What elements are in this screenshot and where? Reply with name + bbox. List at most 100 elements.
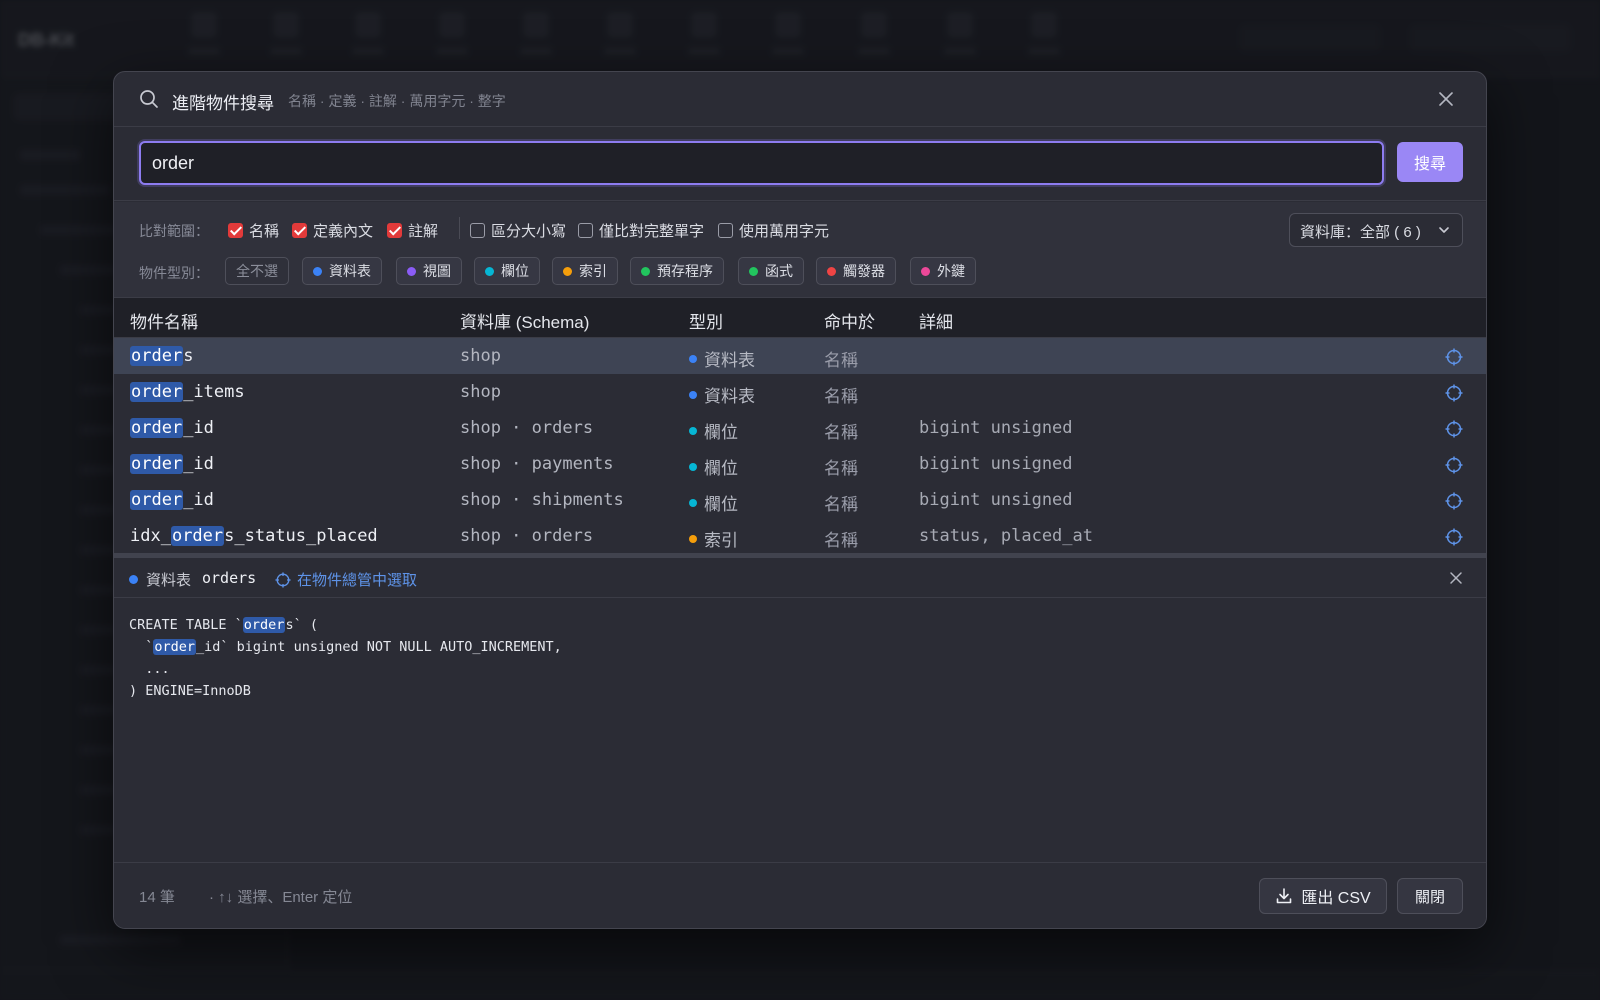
type-chip-table[interactable]: 資料表 xyxy=(302,257,382,285)
search-input[interactable] xyxy=(139,141,1384,185)
match-highlight: order xyxy=(170,526,225,546)
scope-checkbox-name[interactable]: 名稱 xyxy=(228,220,279,241)
type-color-dot xyxy=(129,575,138,584)
chip-label: 外鍵 xyxy=(937,263,965,279)
export-csv-button[interactable]: 匯出 CSV xyxy=(1259,878,1387,914)
type-chip-trigger[interactable]: 觸發器 xyxy=(816,257,896,285)
locate-icon[interactable] xyxy=(1445,492,1463,510)
type-chip-clear-all[interactable]: 全不選 xyxy=(225,257,289,285)
column-header-hit[interactable]: 命中於 xyxy=(824,308,875,333)
hit-cell: 名稱 xyxy=(824,459,858,478)
chip-label: 視圖 xyxy=(423,263,451,279)
locate-icon[interactable] xyxy=(1445,348,1463,366)
dialog-footer: 14 筆 · ↑↓ 選擇、Enter 定位 匯出 CSV 關閉 xyxy=(114,862,1486,928)
checkbox-unchecked[interactable] xyxy=(718,223,733,238)
database-select[interactable]: 資料庫：全部 ( 6 ) xyxy=(1289,213,1463,247)
results-table-header: 物件名稱 資料庫 (Schema) 型別 命中於 詳細 xyxy=(114,298,1486,338)
type-color-dot xyxy=(921,266,930,276)
hit-cell: 名稱 xyxy=(824,495,858,514)
hit-cell: 名稱 xyxy=(824,351,858,370)
column-header-type[interactable]: 型別 xyxy=(689,308,723,333)
checkbox-label: 僅比對完整單字 xyxy=(599,223,705,240)
close-icon[interactable] xyxy=(1436,89,1456,109)
object-name-cell: order_items xyxy=(130,382,245,402)
code-line: `order_id` bigint unsigned NOT NULL AUTO… xyxy=(129,639,562,655)
hit-cell: 名稱 xyxy=(824,423,858,442)
type-color-dot xyxy=(313,266,322,276)
type-cell: 欄位 xyxy=(689,418,738,443)
search-icon xyxy=(140,90,158,108)
type-chip-function[interactable]: 函式 xyxy=(738,257,804,285)
checkbox-unchecked[interactable] xyxy=(470,223,485,238)
detail-cell: bigint unsigned xyxy=(919,490,1073,510)
table-row[interactable]: order_id shop · payments 欄位 名稱 bigint un… xyxy=(114,446,1486,482)
type-color-dot xyxy=(749,266,758,276)
match-highlight: order xyxy=(130,346,184,366)
type-chip-procedure[interactable]: 預存程序 xyxy=(630,257,724,285)
locate-icon[interactable] xyxy=(1445,456,1463,474)
definition-code-block: CREATE TABLE `orders` ( `order_id` bigin… xyxy=(129,614,562,702)
checkbox-unchecked[interactable] xyxy=(578,223,593,238)
search-row: 搜尋 xyxy=(114,128,1486,201)
detail-object-name: orders xyxy=(202,569,257,587)
table-row[interactable]: order_id shop · shipments 欄位 名稱 bigint u… xyxy=(114,482,1486,518)
chip-label: 全不選 xyxy=(236,263,278,279)
download-icon xyxy=(1277,888,1292,904)
locate-in-explorer-link[interactable]: 在物件總管中選取 xyxy=(275,569,417,590)
chip-label: 欄位 xyxy=(501,263,529,279)
table-row[interactable]: idx_orders_status_placed shop · orders 索… xyxy=(114,518,1486,554)
scope-checkbox-wildcard[interactable]: 使用萬用字元 xyxy=(718,220,829,241)
checkbox-checked[interactable] xyxy=(292,223,307,238)
locate-icon[interactable] xyxy=(1445,528,1463,546)
type-color-dot xyxy=(689,462,697,471)
code-line: CREATE TABLE `orders` ( xyxy=(129,617,318,633)
checkbox-checked[interactable] xyxy=(387,223,402,238)
filter-divider xyxy=(459,217,460,239)
schema-cell: shop xyxy=(460,382,501,402)
locate-icon[interactable] xyxy=(1445,420,1463,438)
object-name-cell: order_id xyxy=(130,418,214,438)
type-cell: 索引 xyxy=(689,526,738,551)
chip-label: 函式 xyxy=(765,263,793,279)
type-label: 物件型別： xyxy=(139,265,209,281)
column-header-object-name[interactable]: 物件名稱 xyxy=(130,308,198,333)
type-chip-column[interactable]: 欄位 xyxy=(474,257,540,285)
object-name-cell: orders xyxy=(130,346,194,366)
type-color-dot xyxy=(827,266,836,276)
column-header-detail[interactable]: 詳細 xyxy=(919,308,953,333)
type-chip-index[interactable]: 索引 xyxy=(552,257,618,285)
close-detail-icon[interactable] xyxy=(1448,570,1464,586)
table-row[interactable]: order_id shop · orders 欄位 名稱 bigint unsi… xyxy=(114,410,1486,446)
table-row[interactable]: order_items shop 資料表 名稱 xyxy=(114,374,1486,410)
detail-cell: bigint unsigned xyxy=(919,418,1073,438)
keyboard-hint: · ↑↓ 選擇、Enter 定位 xyxy=(209,889,353,906)
type-cell: 資料表 xyxy=(689,346,755,371)
scope-checkbox-whole-word[interactable]: 僅比對完整單字 xyxy=(578,220,704,241)
type-chip-view[interactable]: 視圖 xyxy=(396,257,462,285)
type-color-dot xyxy=(485,266,494,276)
table-row[interactable]: orders shop 資料表 名稱 xyxy=(114,338,1486,374)
scope-label: 比對範圍： xyxy=(139,223,209,239)
detail-panel-header: 資料表 orders 在物件總管中選取 xyxy=(114,558,1486,598)
search-button[interactable]: 搜尋 xyxy=(1397,142,1463,182)
object-name-cell: idx_orders_status_placed xyxy=(130,526,378,546)
object-name-cell: order_id xyxy=(130,454,214,474)
column-header-schema[interactable]: 資料庫 (Schema) xyxy=(460,308,589,333)
close-button[interactable]: 關閉 xyxy=(1397,878,1463,914)
schema-cell: shop · orders xyxy=(460,526,594,546)
scope-checkbox-case-sensitive[interactable]: 區分大小寫 xyxy=(470,220,566,241)
detail-type: 資料表 xyxy=(129,569,191,590)
checkbox-label: 使用萬用字元 xyxy=(739,223,830,240)
locate-icon[interactable] xyxy=(1445,384,1463,402)
result-count: 14 筆 xyxy=(139,889,175,906)
type-color-dot xyxy=(689,498,697,507)
schema-cell: shop xyxy=(460,346,501,366)
type-chip-foreign-key[interactable]: 外鍵 xyxy=(910,257,976,285)
filter-panel: 比對範圍： 名稱 定義內文 註解 區分大小寫 僅比對完整單字 使用萬用字元 資料… xyxy=(114,202,1486,298)
scope-checkbox-definition[interactable]: 定義內文 xyxy=(292,220,373,241)
scope-checkbox-comment[interactable]: 註解 xyxy=(387,220,438,241)
checkbox-checked[interactable] xyxy=(228,223,243,238)
code-line: ) ENGINE=InnoDB xyxy=(129,683,251,699)
advanced-object-search-dialog: 進階物件搜尋 名稱 · 定義 · 註解 · 萬用字元 · 整字 搜尋 比對範圍：… xyxy=(113,71,1487,929)
dialog-subtitle: 名稱 · 定義 · 註解 · 萬用字元 · 整字 xyxy=(288,93,506,109)
